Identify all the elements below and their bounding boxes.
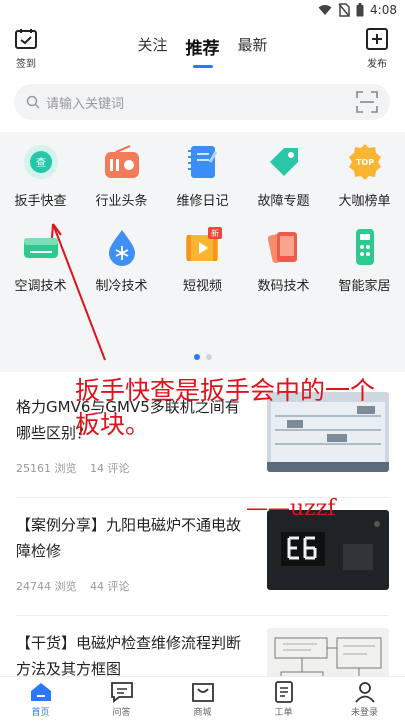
status-time: 4:08 — [370, 3, 397, 17]
svg-text:查: 查 — [36, 156, 46, 169]
grid-label: 行业头条 — [95, 194, 148, 209]
category-grid-area: 查 扳手快查 行业头条 维修日记 故障专题 TOP 大咖榜单 空调技术 制冷技术… — [0, 132, 405, 372]
grid-item-industry-news[interactable]: 行业头条 — [81, 140, 162, 209]
search-query-icon: 查 — [19, 140, 63, 184]
phone-icon — [262, 225, 306, 269]
user-icon — [354, 682, 375, 703]
grid-label: 大咖榜单 — [338, 194, 391, 209]
article-comments: 44 评论 — [90, 580, 130, 593]
tabbar-shop[interactable]: 商城 — [162, 677, 243, 721]
grid-item-repair-diary[interactable]: 维修日记 — [162, 140, 243, 209]
article-views: 25161 浏览 — [16, 462, 77, 475]
grid-item-digital-tech[interactable]: 数码技术 — [243, 225, 324, 294]
search-bar[interactable]: 请输入关键词 — [14, 84, 390, 120]
grid-label: 扳手快查 — [14, 194, 67, 209]
new-badge-text: 新 — [211, 228, 219, 238]
tabbar-qa[interactable]: 问答 — [81, 677, 162, 721]
tab-follow[interactable]: 关注 — [137, 34, 167, 59]
grid-item-wrench-lookup[interactable]: 查 扳手快查 — [0, 140, 81, 209]
grid-label: 维修日记 — [176, 194, 229, 209]
chat-icon — [110, 682, 133, 703]
grid-label: 短视频 — [182, 279, 222, 294]
search-input[interactable]: 请输入关键词 — [46, 93, 356, 112]
top-header: 签到 关注 推荐 最新 发布 — [0, 24, 405, 76]
tabbar-label: 问答 — [112, 708, 131, 718]
article-thumbnail — [267, 510, 389, 590]
annotation-signature: ——uzzf — [246, 496, 336, 521]
search-icon — [26, 95, 40, 109]
article-comments: 14 评论 — [90, 462, 130, 475]
snowflake-drop-icon — [100, 225, 144, 269]
bottom-tab-bar: 首页 问答 商城 工单 未登录 — [0, 676, 405, 721]
grid-label: 故障专题 — [257, 194, 310, 209]
tabbar-workorder[interactable]: 工单 — [243, 677, 324, 721]
article-title: 【干货】电磁炉检查维修流程判断方法及其方框图 — [16, 634, 242, 678]
grid-item-fault-topics[interactable]: 故障专题 — [243, 140, 324, 209]
wifi-icon — [318, 5, 332, 15]
grid-item-short-video[interactable]: 新 短视频 — [162, 225, 243, 294]
header-tabs: 关注 推荐 最新 — [0, 34, 405, 59]
grid-label: 智能家居 — [338, 279, 391, 294]
tab-latest[interactable]: 最新 — [238, 34, 268, 59]
status-bar: 4:08 — [0, 0, 405, 24]
article-meta: 24744 浏览 44 评论 — [16, 578, 140, 594]
plus-square-icon — [366, 28, 388, 50]
radio-icon — [100, 140, 144, 184]
air-conditioner-icon — [19, 225, 63, 269]
post-label: 发布 — [367, 59, 387, 70]
notebook-icon — [181, 140, 225, 184]
page-dot-active — [193, 354, 200, 360]
scan-icon[interactable] — [356, 91, 378, 113]
category-grid: 查 扳手快查 行业头条 维修日记 故障专题 TOP 大咖榜单 空调技术 制冷技术… — [0, 140, 405, 294]
tabbar-label: 未登录 — [350, 708, 378, 718]
shop-icon — [191, 683, 214, 702]
tabbar-label: 商城 — [193, 708, 212, 718]
no-sim-icon — [338, 3, 350, 17]
post-button[interactable]: 发布 — [363, 28, 391, 70]
annotation-text: 扳手快查是扳手会中的一个板块。 — [75, 376, 376, 439]
article-meta: 25161 浏览 14 评论 — [16, 460, 140, 476]
page-dot — [205, 354, 212, 360]
grid-item-smart-home[interactable]: 智能家居 — [324, 225, 405, 294]
tabbar-profile[interactable]: 未登录 — [324, 677, 405, 721]
top-badge-icon: TOP — [343, 140, 387, 184]
grid-label: 制冷技术 — [95, 279, 148, 294]
article-title: 【案例分享】九阳电磁炉不通电故障检修 — [16, 516, 242, 560]
tabbar-home[interactable]: 首页 — [0, 677, 81, 721]
remote-control-icon — [343, 225, 387, 269]
battery-icon — [356, 3, 364, 17]
tag-icon — [262, 140, 306, 184]
page-indicator — [0, 354, 405, 360]
article-views: 24744 浏览 — [16, 580, 77, 593]
tabbar-label: 工单 — [274, 708, 293, 718]
grid-item-refrigeration-tech[interactable]: 制冷技术 — [81, 225, 162, 294]
top-badge-text: TOP — [355, 158, 373, 167]
grid-label: 空调技术 — [14, 279, 67, 294]
grid-item-expert-ranking[interactable]: TOP 大咖榜单 — [324, 140, 405, 209]
tabbar-label: 首页 — [31, 708, 50, 718]
video-icon: 新 — [181, 225, 225, 269]
grid-item-ac-tech[interactable]: 空调技术 — [0, 225, 81, 294]
tab-recommend[interactable]: 推荐 — [186, 34, 220, 59]
home-icon — [30, 683, 51, 701]
grid-label: 数码技术 — [257, 279, 310, 294]
status-icons: 4:08 — [318, 3, 397, 17]
ticket-icon — [274, 681, 293, 703]
